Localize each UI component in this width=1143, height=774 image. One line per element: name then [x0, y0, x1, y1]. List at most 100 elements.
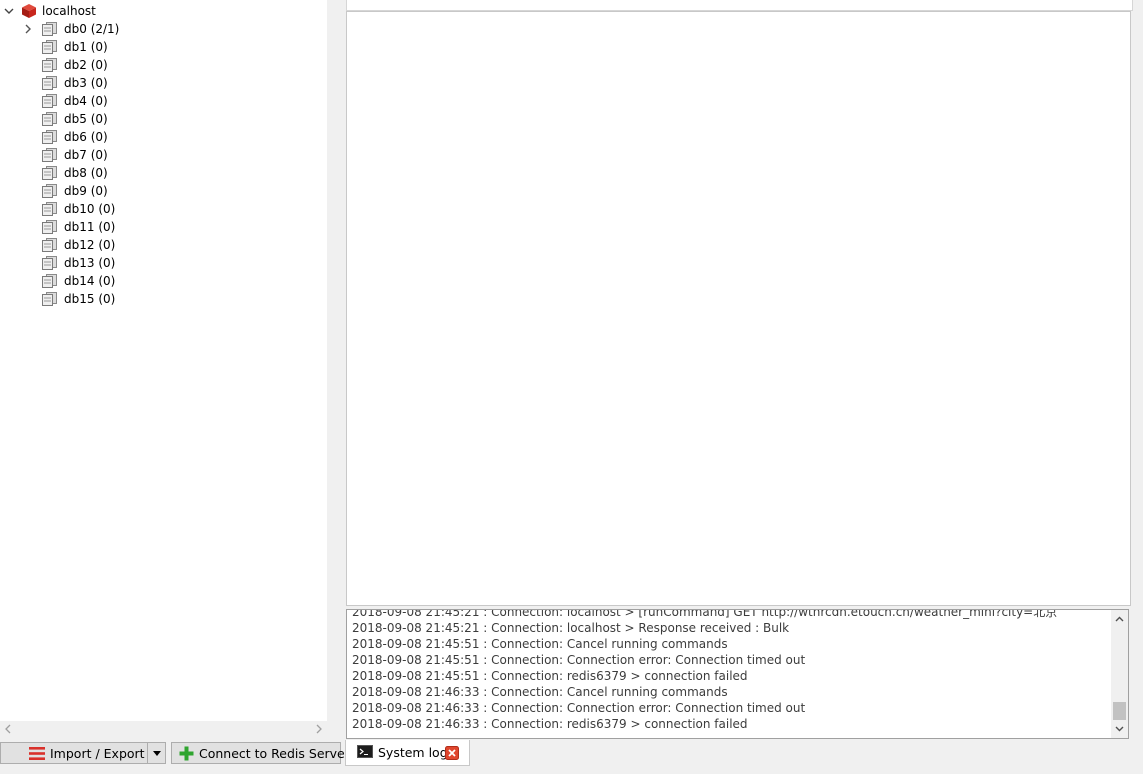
database-key-count: (0) [86, 184, 108, 198]
database-name: db9 [64, 184, 87, 198]
database-label: db3 (0) [64, 74, 108, 92]
database-key-count: (0) [94, 238, 116, 252]
dropdown-arrow-icon[interactable] [153, 751, 161, 756]
scroll-right-icon[interactable] [314, 724, 324, 734]
database-name: db12 [64, 238, 95, 252]
database-name: db10 [64, 202, 95, 216]
tree-item-db14[interactable]: db14 (0) [0, 272, 320, 290]
tree-item-db5[interactable]: db5 (0) [0, 110, 320, 128]
database-label: db7 (0) [64, 146, 108, 164]
log-line: 2018-09-08 21:45:21 : Connection: localh… [352, 621, 790, 635]
connect-label: Connect to Redis Server [199, 746, 350, 761]
chevron-right-icon[interactable] [23, 24, 33, 34]
log-line: 2018-09-08 21:45:51 : Connection: redis6… [352, 669, 748, 683]
log-line: 2018-09-08 21:45:21 : Connection: localh… [352, 609, 1058, 619]
log-line: 2018-09-08 21:46:33 : Connection: redis6… [352, 717, 748, 731]
tab-system-log[interactable]: System log [345, 740, 470, 766]
database-label: db8 (0) [64, 164, 108, 182]
right-edge-gutter [1133, 0, 1143, 740]
database-name: db14 [64, 274, 95, 288]
database-label: db11 (0) [64, 218, 115, 236]
database-icon [42, 112, 57, 126]
database-label: db10 (0) [64, 200, 115, 218]
database-label: db14 (0) [64, 272, 115, 290]
database-label: db2 (0) [64, 56, 108, 74]
database-label: db12 (0) [64, 236, 115, 254]
tree-horizontal-scrollbar[interactable] [0, 721, 327, 738]
tree-item-db13[interactable]: db13 (0) [0, 254, 320, 272]
database-key-count: (0) [94, 202, 116, 216]
tree-item-db1[interactable]: db1 (0) [0, 38, 320, 56]
database-key-count: (0) [86, 130, 108, 144]
database-label: db0 (2/1) [64, 20, 119, 38]
tab-strip [346, 0, 1133, 11]
database-name: db0 [64, 22, 87, 36]
database-key-count: (0) [86, 58, 108, 72]
tree-item-db9[interactable]: db9 (0) [0, 182, 320, 200]
database-icon [42, 202, 57, 216]
tree-item-db15[interactable]: db15 (0) [0, 290, 320, 308]
tree-item-db6[interactable]: db6 (0) [0, 128, 320, 146]
database-key-count: (0) [86, 76, 108, 90]
log-lines: 2018-09-08 21:45:21 : Connection: localh… [352, 609, 1112, 732]
database-icon [42, 148, 57, 162]
tree-item-db12[interactable]: db12 (0) [0, 236, 320, 254]
menu-lines-icon [29, 747, 45, 760]
database-key-count: (0) [94, 256, 116, 270]
chevron-down-icon[interactable] [4, 6, 14, 16]
database-key-count: (0) [86, 40, 108, 54]
database-icon [42, 184, 57, 198]
tree-item-server[interactable]: localhost [0, 2, 320, 20]
tree-item-db4[interactable]: db4 (0) [0, 92, 320, 110]
connect-redis-server-button[interactable]: Connect to Redis Server [171, 742, 350, 764]
redis-server-icon [22, 4, 36, 18]
database-name: db2 [64, 58, 87, 72]
database-key-count: (2/1) [86, 22, 120, 36]
import-export-label: Import / Export [50, 746, 145, 761]
database-icon [42, 22, 57, 36]
scroll-left-icon[interactable] [3, 724, 13, 734]
database-name: db6 [64, 130, 87, 144]
database-key-count: (0) [94, 220, 116, 234]
scroll-up-icon[interactable] [1114, 614, 1125, 625]
content-panel [346, 11, 1131, 606]
database-name: db15 [64, 292, 95, 306]
database-key-count: (0) [86, 112, 108, 126]
database-name: db4 [64, 94, 87, 108]
database-icon [42, 40, 57, 54]
tree-item-db11[interactable]: db11 (0) [0, 218, 320, 236]
database-name: db5 [64, 112, 87, 126]
server-label: localhost [42, 4, 96, 18]
system-log-view[interactable]: 2018-09-08 21:45:21 : Connection: localh… [346, 609, 1129, 739]
database-icon [42, 274, 57, 288]
dropdown-separator [147, 743, 148, 763]
database-name: db1 [64, 40, 87, 54]
tree-item-db2[interactable]: db2 (0) [0, 56, 320, 74]
tree-item-db8[interactable]: db8 (0) [0, 164, 320, 182]
database-key-count: (0) [86, 148, 108, 162]
database-name: db11 [64, 220, 95, 234]
import-export-button[interactable]: Import / Export [0, 742, 166, 764]
system-log-tab-label: System log [378, 745, 448, 760]
database-icon [42, 256, 57, 270]
scroll-down-icon[interactable] [1114, 723, 1125, 734]
database-key-count: (0) [94, 292, 116, 306]
database-icon [42, 76, 57, 90]
database-key-count: (0) [86, 166, 108, 180]
database-label: db4 (0) [64, 92, 108, 110]
tree-item-db3[interactable]: db3 (0) [0, 74, 320, 92]
database-name: db7 [64, 148, 87, 162]
add-icon [179, 746, 194, 761]
database-label: db5 (0) [64, 110, 108, 128]
database-key-count: (0) [94, 274, 116, 288]
tree-item-db10[interactable]: db10 (0) [0, 200, 320, 218]
log-vertical-scrollbar[interactable] [1111, 610, 1128, 738]
tree-item-db7[interactable]: db7 (0) [0, 146, 320, 164]
database-label: db15 (0) [64, 290, 115, 308]
tree-scroll-gutter [327, 0, 341, 721]
tree-item-db0[interactable]: db0 (2/1) [0, 20, 320, 38]
main-area: 2018-09-08 21:45:21 : Connection: localh… [345, 0, 1143, 740]
database-icon [42, 94, 57, 108]
close-icon[interactable] [445, 746, 459, 760]
log-scroll-thumb[interactable] [1113, 702, 1126, 720]
